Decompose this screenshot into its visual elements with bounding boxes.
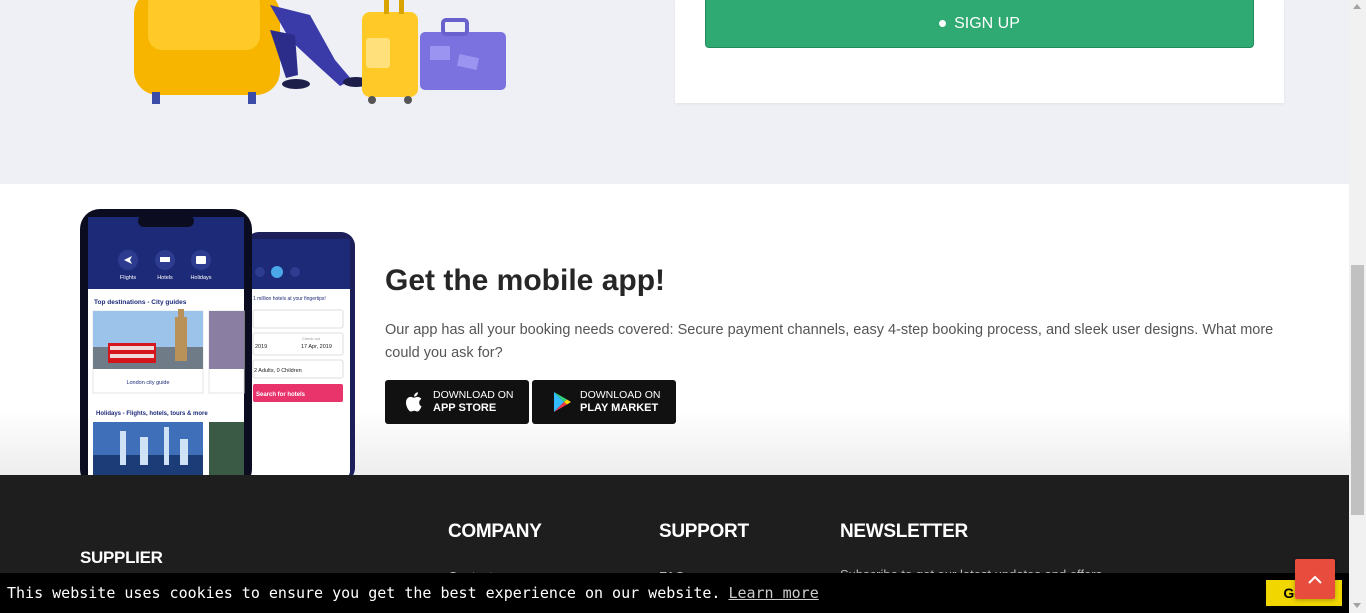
- phone-nav-holidays: Holidays: [190, 275, 211, 281]
- phone-holidays-heading: Holidays - Flights, hotels, tours & more: [96, 411, 208, 417]
- phone-hotels-tagline: 1 million hotels at your fingertips!: [253, 296, 326, 302]
- app-section-title: Get the mobile app!: [385, 264, 666, 297]
- play-market-small-label: DOWNLOAD ON: [580, 389, 661, 401]
- dot-icon: [939, 20, 947, 27]
- chevron-up-icon: [1308, 575, 1322, 584]
- signup-card: SIGN UP: [675, 0, 1284, 103]
- cookie-consent-bar: This website uses cookies to ensure you …: [0, 573, 1349, 613]
- signup-button-label: SIGN UP: [954, 14, 1020, 32]
- apple-icon: [406, 392, 422, 412]
- app-section-description: Our app has all your booking needs cover…: [385, 322, 1274, 361]
- back-to-top-button[interactable]: [1295, 559, 1335, 599]
- signup-section: SIGN UP: [0, 0, 1349, 184]
- phone-guests: 2 Adults, 0 Children: [254, 368, 302, 374]
- signup-button[interactable]: SIGN UP: [705, 0, 1254, 48]
- app-store-small-label: DOWNLOAD ON: [433, 389, 514, 401]
- play-market-big-label: PLAY MARKET: [580, 402, 659, 414]
- cookie-learn-more-link[interactable]: Learn more: [728, 584, 818, 602]
- phone-top-destinations: Top destinations - City guides: [94, 299, 187, 306]
- scrollbar-thumb[interactable]: [1351, 265, 1364, 515]
- scroll-down-arrow-icon[interactable]: [1353, 603, 1361, 608]
- google-play-icon: [554, 392, 571, 412]
- footer-company-heading: COMPANY: [448, 521, 542, 542]
- scroll-up-arrow-icon[interactable]: [1353, 4, 1361, 9]
- phone-search-button: Search for hotels: [256, 392, 306, 398]
- phone-nav-hotels: Hotels: [157, 275, 173, 281]
- page-scrollbar[interactable]: [1349, 0, 1366, 613]
- phone-london-guide: London city guide: [126, 380, 169, 386]
- phone-nav-flights: Flights: [120, 275, 136, 281]
- mobile-app-section: 1 million hotels at your fingertips! 201…: [0, 184, 1349, 475]
- footer-supplier-heading: SUPPLIER: [80, 548, 163, 567]
- footer-newsletter-heading: NEWSLETTER: [840, 521, 968, 542]
- footer-support-heading: SUPPORT: [659, 521, 749, 542]
- traveler-luggage-illustration: [134, 0, 506, 104]
- mobile-phones-mockup: 1 million hotels at your fingertips! 201…: [80, 209, 355, 475]
- phone-checkout-label: Check out: [302, 336, 321, 341]
- phone-date-left: 2019: [255, 344, 267, 350]
- phone-date-right: 17 Apr, 2019: [301, 344, 332, 350]
- app-store-big-label: APP STORE: [433, 402, 497, 414]
- cookie-message: This website uses cookies to ensure you …: [7, 584, 721, 602]
- app-store-button[interactable]: DOWNLOAD ON APP STORE: [385, 380, 529, 424]
- play-market-button[interactable]: DOWNLOAD ON PLAY MARKET: [532, 380, 676, 424]
